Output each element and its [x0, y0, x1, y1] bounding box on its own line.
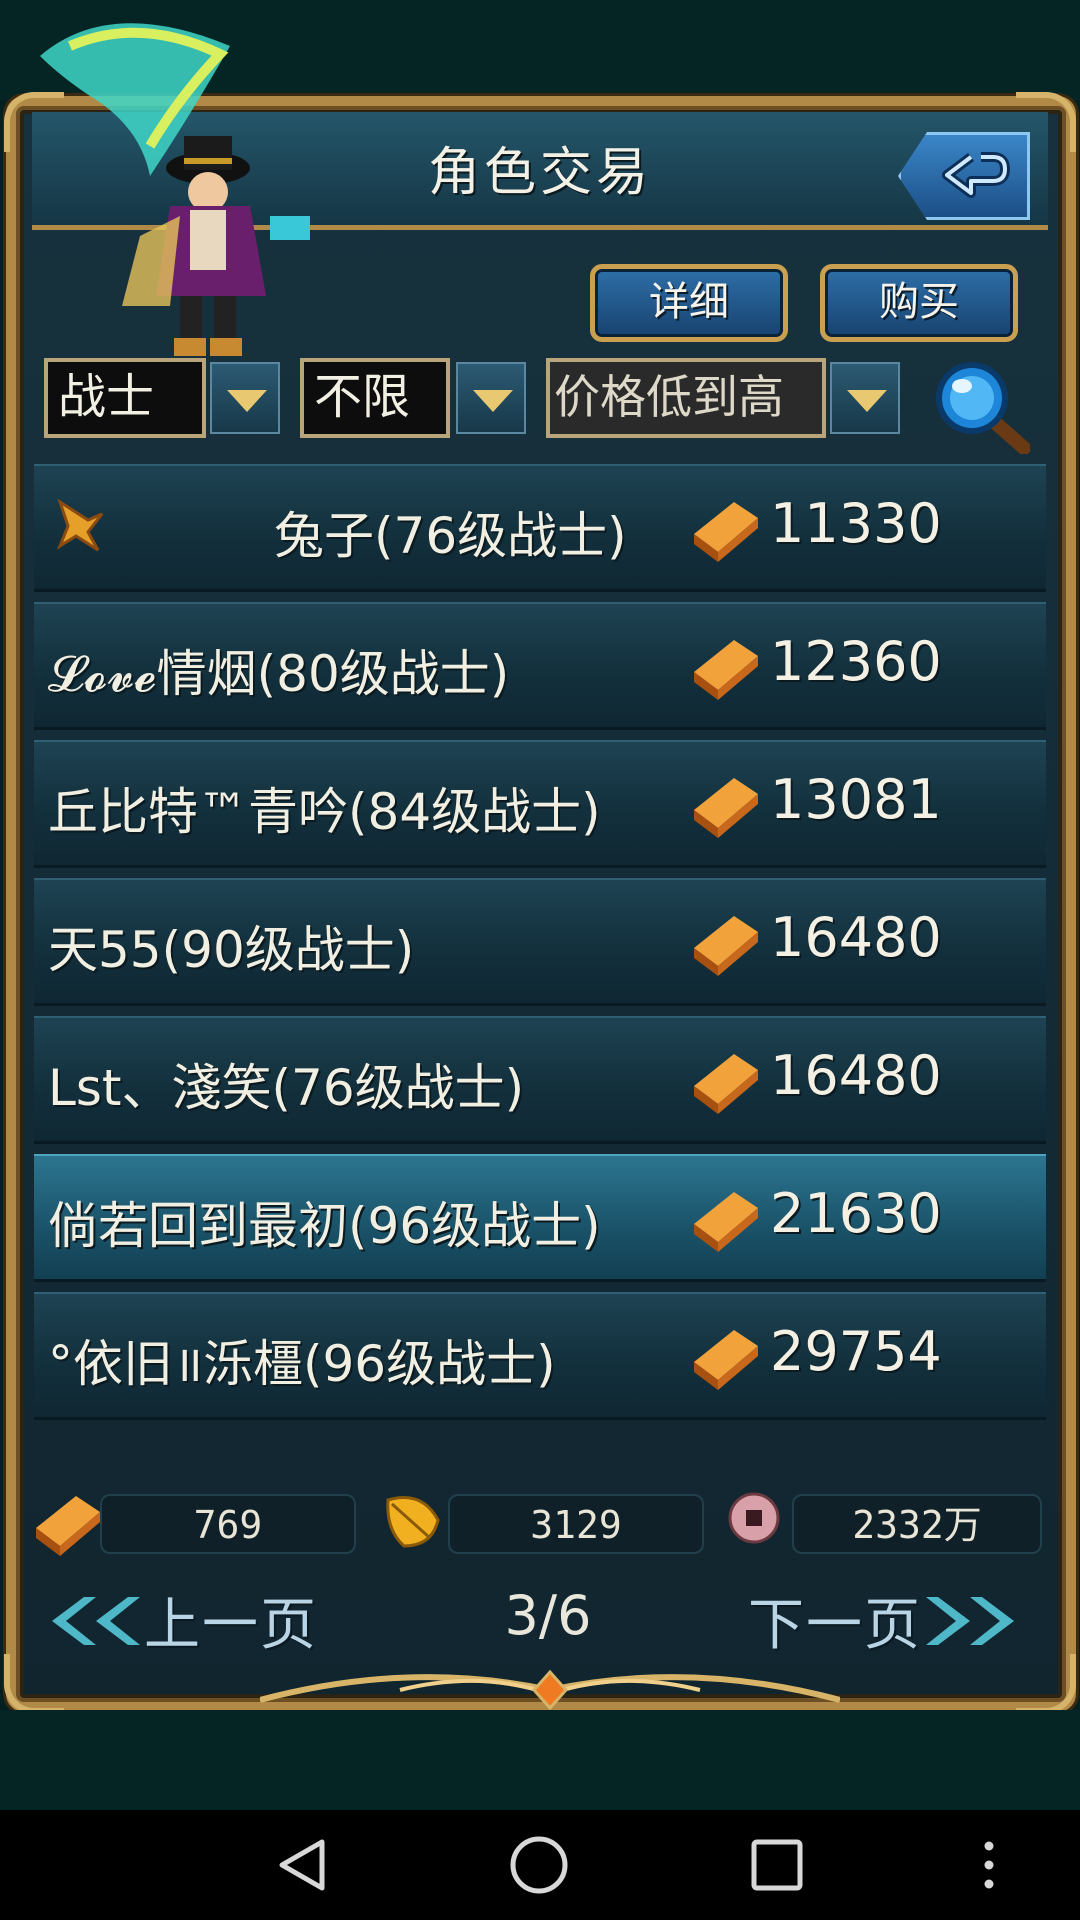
listing-row[interactable]: 丘比特™青吟(84级战士) 13081: [34, 740, 1046, 868]
sort-filter-dropdown[interactable]: [830, 362, 900, 434]
coin-icon: [728, 1492, 780, 1544]
next-page-button[interactable]: 下一页: [748, 1580, 1022, 1661]
back-arrow-icon: [942, 152, 1010, 198]
magnifier-icon[interactable]: [930, 358, 1030, 454]
leaf-icon: [386, 1496, 440, 1548]
detail-button[interactable]: 详细: [590, 264, 788, 342]
listing-name: 丘比特™青吟(84级战士): [48, 783, 601, 841]
nav-recents-icon[interactable]: [744, 1832, 810, 1898]
listing-name: 倘若回到最初(96级战士): [48, 1197, 601, 1255]
class-filter-dropdown[interactable]: [210, 362, 280, 434]
listing-price: 16480: [770, 906, 942, 969]
listing-row[interactable]: °依旧॥泺橿(96级战士) 29754: [34, 1292, 1046, 1420]
gold-ingot-icon: [694, 1054, 758, 1114]
level-filter-dropdown[interactable]: [456, 362, 526, 434]
listing-name: Lst、淺笑(76级战士): [48, 1059, 525, 1117]
character-sprite: [40, 23, 310, 356]
listing-list: 兔子(76级战士) 11330 𝓛𝓸𝓿𝓮情烟(80级战士) 12360 丘比特™…: [34, 464, 1046, 1430]
listing-price: 12360: [770, 630, 942, 693]
listing-price: 11330: [770, 492, 942, 555]
star-badge-icon: [56, 498, 104, 552]
buy-button[interactable]: 购买: [820, 264, 1018, 342]
sort-filter[interactable]: 价格低到高: [546, 358, 826, 438]
gold-ingot-icon: [36, 1496, 100, 1556]
listing-name: 兔子(76级战士): [274, 507, 627, 565]
gold-ingot-icon: [694, 502, 758, 562]
frame-corner: [4, 1654, 64, 1714]
system-nav-bar: [0, 1810, 1080, 1920]
listing-row[interactable]: 兔子(76级战士) 11330: [34, 464, 1046, 592]
class-filter[interactable]: 战士: [44, 358, 206, 438]
listing-price: 21630: [770, 1182, 942, 1245]
listing-price: 29754: [770, 1320, 942, 1383]
next-page-label: 下一页: [748, 1593, 922, 1658]
listing-row[interactable]: Lst、淺笑(76级战士) 16480: [34, 1016, 1046, 1144]
gold-ingot-icon: [694, 1330, 758, 1390]
listing-price: 16480: [770, 1044, 942, 1107]
level-filter[interactable]: 不限: [300, 358, 450, 438]
frame-ornament: [260, 1669, 840, 1710]
leaf-balance: 3129: [448, 1494, 704, 1554]
gold-ingot-icon: [694, 916, 758, 976]
background-band: [0, 1710, 1080, 1810]
gold-ingot-icon: [694, 640, 758, 700]
listing-row[interactable]: 𝓛𝓸𝓿𝓮情烟(80级战士) 12360: [34, 602, 1046, 730]
coin-balance: 2332万: [792, 1494, 1042, 1554]
nav-back-icon[interactable]: [270, 1832, 336, 1898]
gold-ingot-icon: [694, 1192, 758, 1252]
listing-row-selected[interactable]: 倘若回到最初(96级战士) 21630: [34, 1154, 1046, 1282]
gold-ingot-icon: [694, 778, 758, 838]
listing-name: 𝓛𝓸𝓿𝓮情烟(80级战士): [48, 645, 510, 703]
double-chevron-right-icon: [926, 1596, 1014, 1645]
nav-more-icon[interactable]: [974, 1832, 1004, 1898]
listing-name: 天55(90级战士): [48, 921, 415, 979]
listing-price: 13081: [770, 768, 942, 831]
listing-name: °依旧॥泺橿(96级战士): [48, 1335, 556, 1393]
nav-home-icon[interactable]: [506, 1832, 572, 1898]
gold-balance: 769: [100, 1494, 356, 1554]
frame-corner: [1016, 1654, 1076, 1714]
listing-row[interactable]: 天55(90级战士) 16480: [34, 878, 1046, 1006]
